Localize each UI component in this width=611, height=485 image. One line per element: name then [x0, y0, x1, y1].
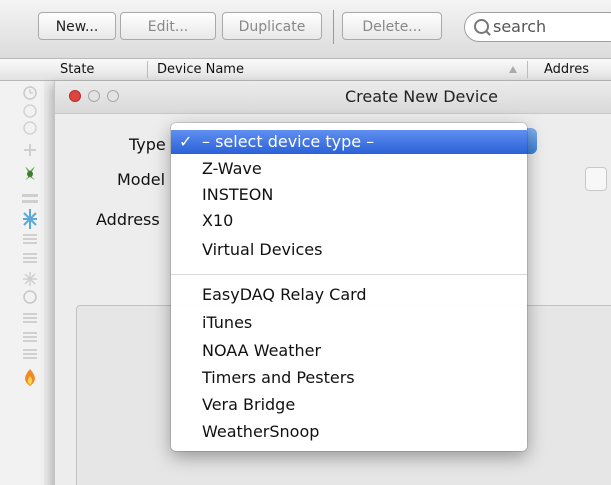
list-icon: [23, 253, 37, 263]
column-divider: [147, 61, 148, 78]
device-table-header: State Device Name Addres: [0, 59, 611, 81]
fan-icon: [25, 166, 35, 180]
flame-icon: [25, 369, 35, 386]
dialog-titlebar: Create New Device: [55, 81, 611, 114]
menu-item-virtual-devices[interactable]: Virtual Devices: [171, 238, 527, 262]
delete-button[interactable]: Delete...: [342, 12, 442, 40]
checkmark-icon: ✓: [179, 132, 193, 151]
model-label: Model: [117, 170, 166, 189]
menu-item-weathersnoop[interactable]: WeatherSnoop: [171, 420, 527, 444]
clock-icon: [23, 121, 37, 135]
duplicate-button[interactable]: Duplicate: [222, 12, 322, 40]
clock-icon: [23, 86, 37, 100]
toolbar-separator: [333, 10, 334, 44]
search-placeholder: search: [493, 17, 547, 36]
snowflake-icon: [23, 272, 37, 286]
sprinkler-icon: [23, 209, 37, 229]
close-button[interactable]: [69, 90, 81, 102]
zoom-button[interactable]: [107, 90, 119, 102]
menu-item-noaa-weather[interactable]: NOAA Weather: [171, 339, 527, 363]
search-input[interactable]: search: [464, 12, 611, 42]
menu-item-label: – select device type –: [202, 132, 375, 151]
menu-item-timers-pesters[interactable]: Timers and Pesters: [171, 366, 527, 390]
new-button[interactable]: New...: [38, 12, 116, 40]
column-device-name[interactable]: Device Name: [157, 59, 244, 80]
column-address[interactable]: Addres: [544, 59, 589, 80]
address-label: Address: [96, 210, 160, 229]
minimize-button[interactable]: [88, 90, 100, 102]
column-divider: [527, 61, 528, 78]
toolbar: New... Edit... Duplicate Delete... searc…: [0, 0, 611, 59]
plug-icon: [24, 144, 36, 156]
menu-item-insteon[interactable]: INSTEON: [171, 183, 527, 207]
clock-icon: [23, 104, 37, 118]
edit-button[interactable]: Edit...: [120, 12, 216, 40]
model-field[interactable]: [585, 167, 607, 191]
menu-item-x10[interactable]: X10: [171, 209, 527, 233]
menu-item-itunes[interactable]: iTunes: [171, 311, 527, 335]
menu-item-easydaq[interactable]: EasyDAQ Relay Card: [171, 283, 527, 307]
column-state[interactable]: State: [60, 59, 94, 80]
power-icon: [23, 290, 37, 304]
device-type-menu[interactable]: ✓ – select device type – Z-Wave INSTEON …: [171, 123, 527, 451]
menu-item-vera-bridge[interactable]: Vera Bridge: [171, 393, 527, 417]
list-icon: [23, 349, 37, 359]
menu-item-select-type[interactable]: ✓ – select device type –: [171, 130, 527, 154]
dimmer-icon: [22, 194, 38, 203]
sort-ascending-icon: [509, 66, 517, 73]
type-label: Type: [129, 135, 166, 154]
app-window: New... Edit... Duplicate Delete... searc…: [0, 0, 611, 485]
menu-separator: [171, 274, 527, 275]
search-icon: [474, 19, 489, 34]
list-icon: [23, 234, 37, 244]
list-icon: [23, 313, 37, 323]
dialog-title: Create New Device: [345, 87, 498, 106]
state-icon-column: [0, 81, 44, 485]
list-icon: [23, 332, 37, 342]
menu-item-zwave[interactable]: Z-Wave: [171, 157, 527, 181]
state-icons: [22, 86, 38, 386]
